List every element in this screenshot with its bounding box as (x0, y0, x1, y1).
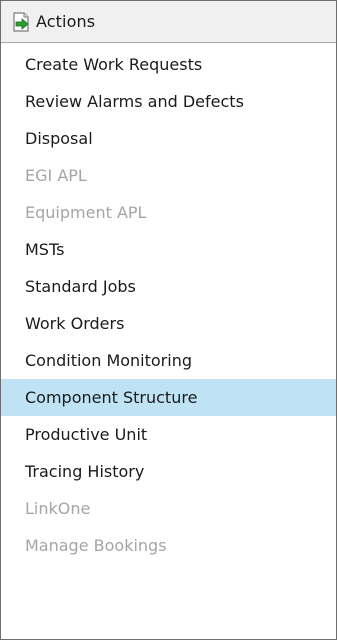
menu-item-component-structure[interactable]: Component Structure (1, 379, 336, 416)
menu-item-equipment-apl: Equipment APL (25, 203, 147, 222)
actions-menu: Create Work Requests Review Alarms and D… (1, 46, 336, 564)
actions-title: Actions (36, 12, 96, 31)
menu-item-productive-unit[interactable]: Productive Unit (1, 416, 336, 453)
actions-header[interactable]: Actions (1, 1, 336, 43)
menu-item-standard-jobs[interactable]: Standard Jobs (1, 268, 336, 305)
menu-item-work-orders[interactable]: Work Orders (1, 305, 336, 342)
menu-item-create-work-requests[interactable]: Create Work Requests (1, 46, 336, 83)
menu-item-msts[interactable]: MSTs (1, 231, 336, 268)
menu-item-tracing-history[interactable]: Tracing History (1, 453, 336, 490)
actions-panel: Actions Create Work Requests Review Alar… (0, 0, 337, 640)
document-arrow-icon (11, 11, 33, 33)
menu-item-review-alarms-and-defects[interactable]: Review Alarms and Defects (1, 83, 336, 120)
menu-item-disposal[interactable]: Disposal (1, 120, 336, 157)
menu-item-condition-monitoring[interactable]: Condition Monitoring (1, 342, 336, 379)
menu-item-linkone: LinkOne (25, 499, 91, 518)
menu-item-manage-bookings: Manage Bookings (25, 536, 167, 555)
menu-item-egi-apl: EGI APL (25, 166, 87, 185)
